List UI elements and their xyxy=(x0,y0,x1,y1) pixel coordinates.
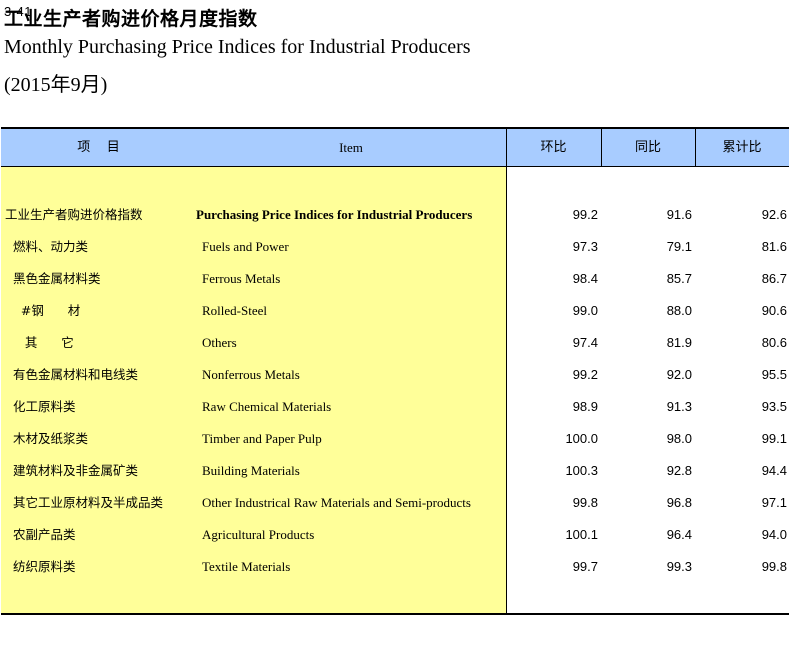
table-row: 黑色金属材料类 Ferrous Metals 98.4 85.7 86.7 xyxy=(1,263,789,295)
row-item-en: Ferrous Metals xyxy=(202,271,281,286)
header-cumulative: 累计比 xyxy=(722,140,762,155)
row-item-en: Purchasing Price Indices for Industrial … xyxy=(196,207,473,222)
table-row: 其它工业原材料及半成品类 Other Industrical Raw Materi… xyxy=(1,487,789,519)
row-mom-value: 99.2 xyxy=(572,367,598,382)
row-item-cn: 黑色金属材料类 xyxy=(5,271,101,286)
row-item-en: Agricultural Products xyxy=(202,527,315,542)
table-row: 其 它 Others 97.4 81.9 80.6 xyxy=(1,327,789,359)
row-cumulative-value: 81.6 xyxy=(761,239,787,254)
row-item-cn: 化工原料类 xyxy=(5,399,76,414)
table-row: #钢 材 Rolled-Steel 99.0 88.0 90.6 xyxy=(1,295,789,327)
row-yoy-value: 99.3 xyxy=(666,559,692,574)
table-row: 纺织原料类 Textile Materials 99.7 99.3 99.8 xyxy=(1,551,789,583)
table-header: 项 目 Item 环比 同比 累计比 xyxy=(1,129,789,167)
row-mom-value: 99.7 xyxy=(572,559,598,574)
table-row: 建筑材料及非金属矿类 Building Materials 100.3 92.8 94.… xyxy=(1,455,789,487)
row-mom-value: 98.9 xyxy=(572,399,598,414)
row-yoy-value: 91.3 xyxy=(666,399,692,414)
row-item-en: Textile Materials xyxy=(202,559,291,574)
header-yoy: 同比 xyxy=(634,140,661,155)
row-cumulative-value: 86.7 xyxy=(761,271,787,286)
row-cumulative-value: 94.0 xyxy=(761,527,787,542)
row-yoy-value: 96.4 xyxy=(666,527,692,542)
row-item-en: Raw Chemical Materials xyxy=(202,399,332,414)
row-yoy-value: 92.0 xyxy=(666,367,692,382)
row-cumulative-value: 90.6 xyxy=(761,303,787,318)
row-mom-value: 99.2 xyxy=(572,207,598,222)
row-item-cn: 燃料、动力类 xyxy=(5,239,88,254)
row-yoy-value: 91.6 xyxy=(666,207,692,222)
row-item-en: Other Industrical Raw Materials and Semi… xyxy=(202,495,471,510)
row-item-cn: 有色金属材料和电线类 xyxy=(5,367,138,382)
row-cumulative-value: 92.6 xyxy=(761,207,787,222)
row-item-cn: 其它工业原材料及半成品类 xyxy=(5,495,163,510)
row-yoy-value: 85.7 xyxy=(666,271,692,286)
row-item-en: Building Materials xyxy=(202,463,300,478)
row-yoy-value: 92.8 xyxy=(666,463,692,478)
row-item-cn: 工业生产者购进价格指数 xyxy=(5,207,143,222)
header-item-en: Item xyxy=(339,140,363,155)
row-mom-value: 100.1 xyxy=(565,527,598,542)
row-yoy-value: 88.0 xyxy=(666,303,692,318)
table-bottom-rule xyxy=(1,613,789,615)
table-row: 燃料、动力类 Fuels and Power 97.3 79.1 81.6 xyxy=(1,231,789,263)
row-item-en: Rolled-Steel xyxy=(202,303,267,318)
row-item-cn: 其 它 xyxy=(5,335,74,350)
price-index-table: 项 目 Item 环比 同比 累计比 工业生产者购进价格指数 Purchasing… xyxy=(1,127,789,615)
table-title-cn: 3-41 工业生产者购进价格月度指数 xyxy=(4,4,258,31)
row-item-cn: 建筑材料及非金属矿类 xyxy=(5,463,138,478)
row-mom-value: 99.0 xyxy=(572,303,598,318)
table-title-en: Monthly Purchasing Price Indices for Ind… xyxy=(4,36,471,58)
row-item-en: Timber and Paper Pulp xyxy=(202,431,322,446)
table-date: (2015年9月) xyxy=(4,74,108,96)
row-mom-value: 99.8 xyxy=(572,495,598,510)
row-yoy-value: 81.9 xyxy=(666,335,692,350)
header-item-cn: 项 目 xyxy=(77,140,120,155)
table-row: 农副产品类 Agricultural Products 100.1 96.4 94.0 xyxy=(1,519,789,551)
row-cumulative-value: 80.6 xyxy=(761,335,787,350)
row-item-cn: 木材及纸浆类 xyxy=(5,431,88,446)
table-row: 木材及纸浆类 Timber and Paper Pulp 100.0 98.0 99.1 xyxy=(1,423,789,455)
row-cumulative-value: 97.1 xyxy=(761,495,787,510)
row-item-cn: #钢 材 xyxy=(5,303,81,318)
row-item-en: Others xyxy=(202,335,237,350)
row-cumulative-value: 95.5 xyxy=(761,367,787,382)
row-item-cn: 农副产品类 xyxy=(5,527,76,542)
row-item-en: Fuels and Power xyxy=(202,239,289,254)
row-yoy-value: 96.8 xyxy=(666,495,692,510)
row-cumulative-value: 99.1 xyxy=(761,431,787,446)
row-mom-value: 100.0 xyxy=(565,431,598,446)
row-mom-value: 100.3 xyxy=(565,463,598,478)
row-item-cn: 纺织原料类 xyxy=(5,559,76,574)
title-cn-text: 工业生产者购进价格月度指数 xyxy=(4,8,258,30)
header-divider xyxy=(506,129,507,166)
row-mom-value: 97.4 xyxy=(572,335,598,350)
row-cumulative-value: 94.4 xyxy=(761,463,787,478)
table-row: 化工原料类 Raw Chemical Materials 98.9 91.3 93.5 xyxy=(1,391,789,423)
row-mom-value: 98.4 xyxy=(572,271,598,286)
header-mom: 环比 xyxy=(540,140,567,155)
table-row: 工业生产者购进价格指数 Purchasing Price Indices for … xyxy=(1,199,789,231)
table-row: 有色金属材料和电线类 Nonferrous Metals 99.2 92.0 95.5 xyxy=(1,359,789,391)
header-divider xyxy=(695,129,696,166)
row-yoy-value: 79.1 xyxy=(666,239,692,254)
header-divider xyxy=(601,129,602,166)
row-cumulative-value: 99.8 xyxy=(761,559,787,574)
table-number: 3-41 xyxy=(4,4,33,19)
row-cumulative-value: 93.5 xyxy=(761,399,787,414)
row-item-en: Nonferrous Metals xyxy=(202,367,300,382)
row-yoy-value: 98.0 xyxy=(666,431,692,446)
row-mom-value: 97.3 xyxy=(572,239,598,254)
